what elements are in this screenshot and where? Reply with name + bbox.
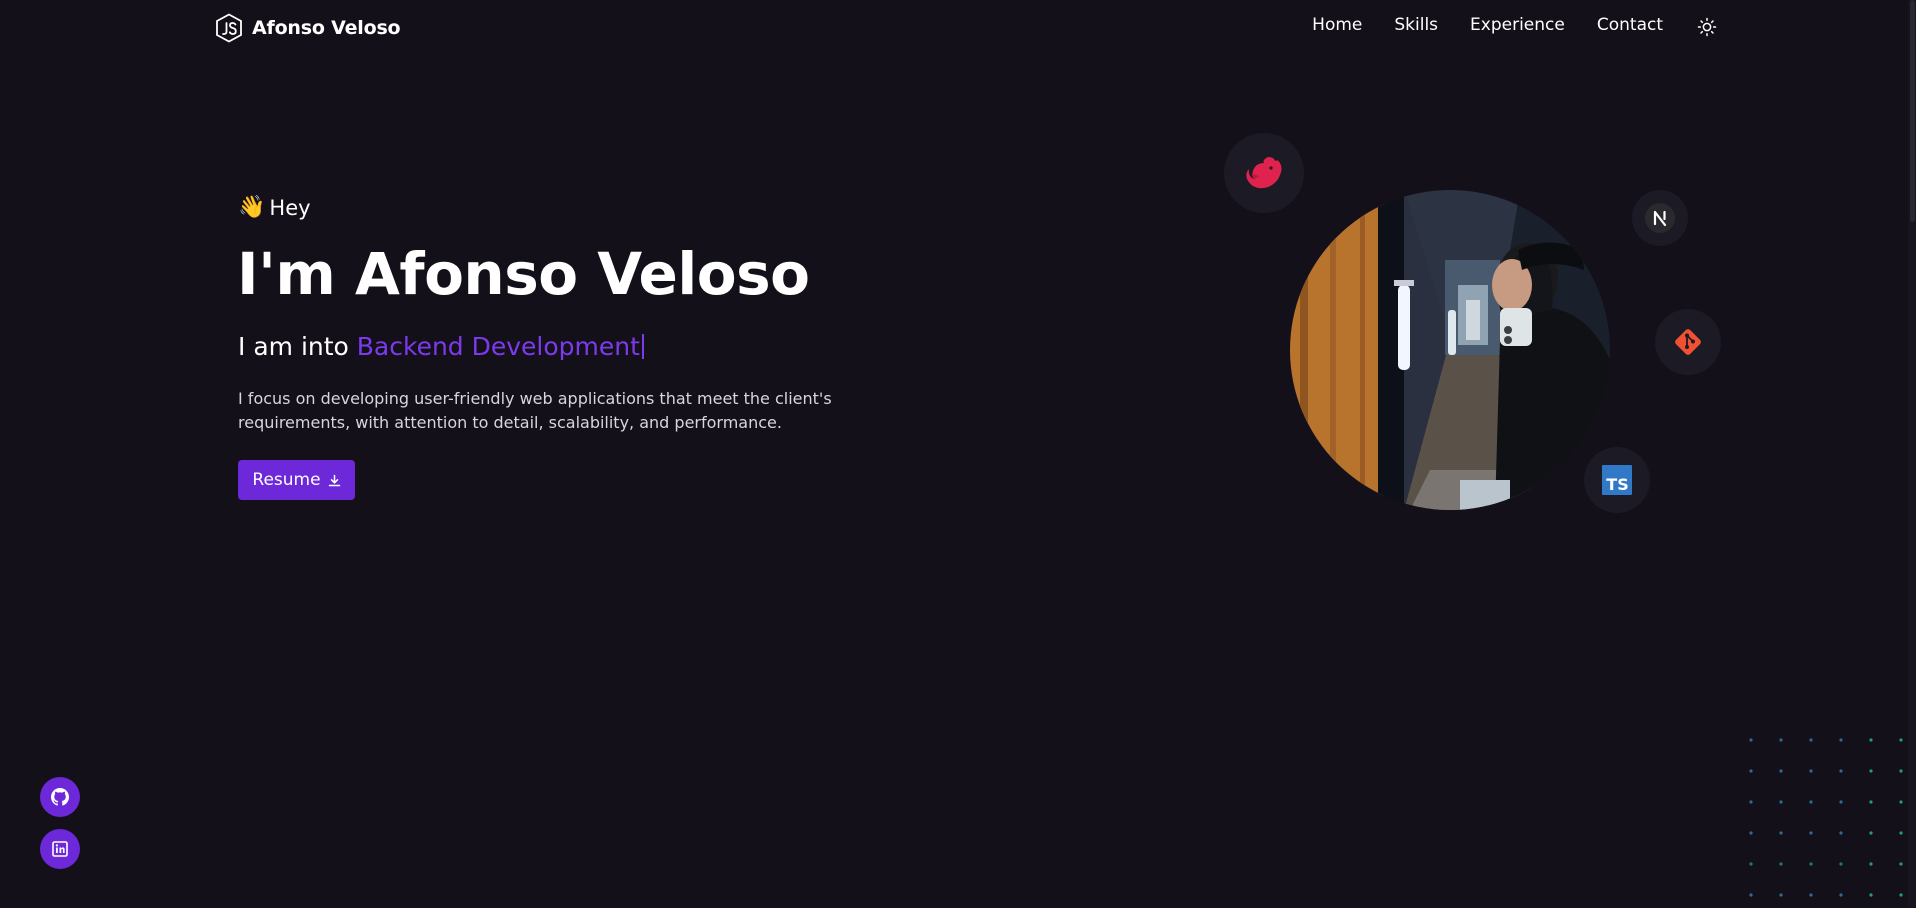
decoration-dot: [1899, 831, 1903, 835]
decoration-dot: [1809, 769, 1813, 773]
resume-label: Resume: [252, 470, 321, 490]
decoration-dot: [1809, 893, 1813, 897]
greeting: 👋 Hey: [238, 196, 311, 220]
decoration-dot: [1749, 738, 1753, 742]
decoration-dot: [1809, 800, 1813, 804]
brand[interactable]: Afonso Veloso: [215, 13, 401, 43]
nav-home[interactable]: Home: [1312, 15, 1362, 35]
nestjs-bubble: [1224, 133, 1304, 213]
decoration-dot: [1899, 769, 1903, 773]
typed-role: Backend Development: [356, 332, 640, 361]
brand-name: Afonso Veloso: [252, 17, 401, 39]
nextjs-icon: [1645, 203, 1675, 233]
typescript-label: TS: [1606, 475, 1628, 494]
greeting-text: Hey: [269, 196, 311, 220]
decoration-dot: [1899, 862, 1903, 866]
profile-photo: [1290, 190, 1610, 510]
linkedin-icon: [52, 841, 68, 857]
git-bubble: [1655, 309, 1721, 375]
nav-contact[interactable]: Contact: [1597, 15, 1663, 35]
nav-experience[interactable]: Experience: [1470, 15, 1565, 35]
site-header: Afonso Veloso Home Skills Experience Con…: [0, 0, 1916, 56]
decoration-dot: [1779, 800, 1783, 804]
decoration-dot: [1839, 831, 1843, 835]
nestjs-icon: [1246, 157, 1282, 189]
dot-grid-decoration: [1749, 738, 1903, 897]
decoration-dot: [1749, 831, 1753, 835]
waving-hand-icon: 👋: [238, 195, 266, 220]
github-link[interactable]: [40, 777, 80, 817]
js-hexagon-icon: [216, 13, 242, 43]
decoration-dot: [1779, 862, 1783, 866]
decoration-dot: [1869, 831, 1873, 835]
decoration-dot: [1869, 862, 1873, 866]
git-icon: [1675, 329, 1701, 355]
decoration-dot: [1749, 893, 1753, 897]
decoration-dot: [1749, 862, 1753, 866]
portfolio-page: Afonso Veloso Home Skills Experience Con…: [0, 0, 1916, 908]
scrollbar[interactable]: [1908, 0, 1916, 908]
decoration-dot: [1779, 769, 1783, 773]
decoration-dot: [1809, 862, 1813, 866]
decoration-dot: [1779, 831, 1783, 835]
scrollbar-thumb[interactable]: [1910, 0, 1915, 222]
typescript-icon: TS: [1602, 465, 1632, 495]
decoration-dot: [1869, 769, 1873, 773]
decoration-dot: [1779, 893, 1783, 897]
decoration-dot: [1869, 738, 1873, 742]
nav-skills[interactable]: Skills: [1394, 15, 1438, 35]
decoration-dot: [1779, 738, 1783, 742]
decoration-dot: [1749, 769, 1753, 773]
decoration-dot: [1869, 893, 1873, 897]
decoration-dot: [1749, 800, 1753, 804]
decoration-dot: [1899, 738, 1903, 742]
decoration-dot: [1839, 893, 1843, 897]
main-nav: Home Skills Experience Contact: [1312, 15, 1663, 35]
nextjs-bubble: [1632, 190, 1688, 246]
hero-description: I focus on developing user-friendly web …: [238, 389, 832, 432]
decoration-dot: [1839, 800, 1843, 804]
linkedin-link[interactable]: [40, 829, 80, 869]
decoration-dot: [1809, 831, 1813, 835]
decoration-dot: [1839, 769, 1843, 773]
download-icon: [328, 474, 340, 486]
subtitle-prefix: I am into: [238, 332, 349, 361]
github-icon: [51, 788, 69, 806]
decoration-dot: [1809, 738, 1813, 742]
resume-button[interactable]: Resume: [238, 460, 355, 500]
typescript-bubble: TS: [1584, 447, 1650, 513]
decoration-dot: [1839, 738, 1843, 742]
hero-subtitle: I am into Backend Development: [238, 332, 644, 361]
decoration-dot: [1899, 893, 1903, 897]
page-title: I'm Afonso Veloso: [237, 240, 810, 308]
decoration-dot: [1899, 800, 1903, 804]
profile-photo-image: [1290, 190, 1610, 510]
decoration-dot: [1839, 862, 1843, 866]
sun-icon[interactable]: [1697, 17, 1717, 37]
typing-cursor: [641, 334, 644, 359]
decoration-dot: [1869, 800, 1873, 804]
